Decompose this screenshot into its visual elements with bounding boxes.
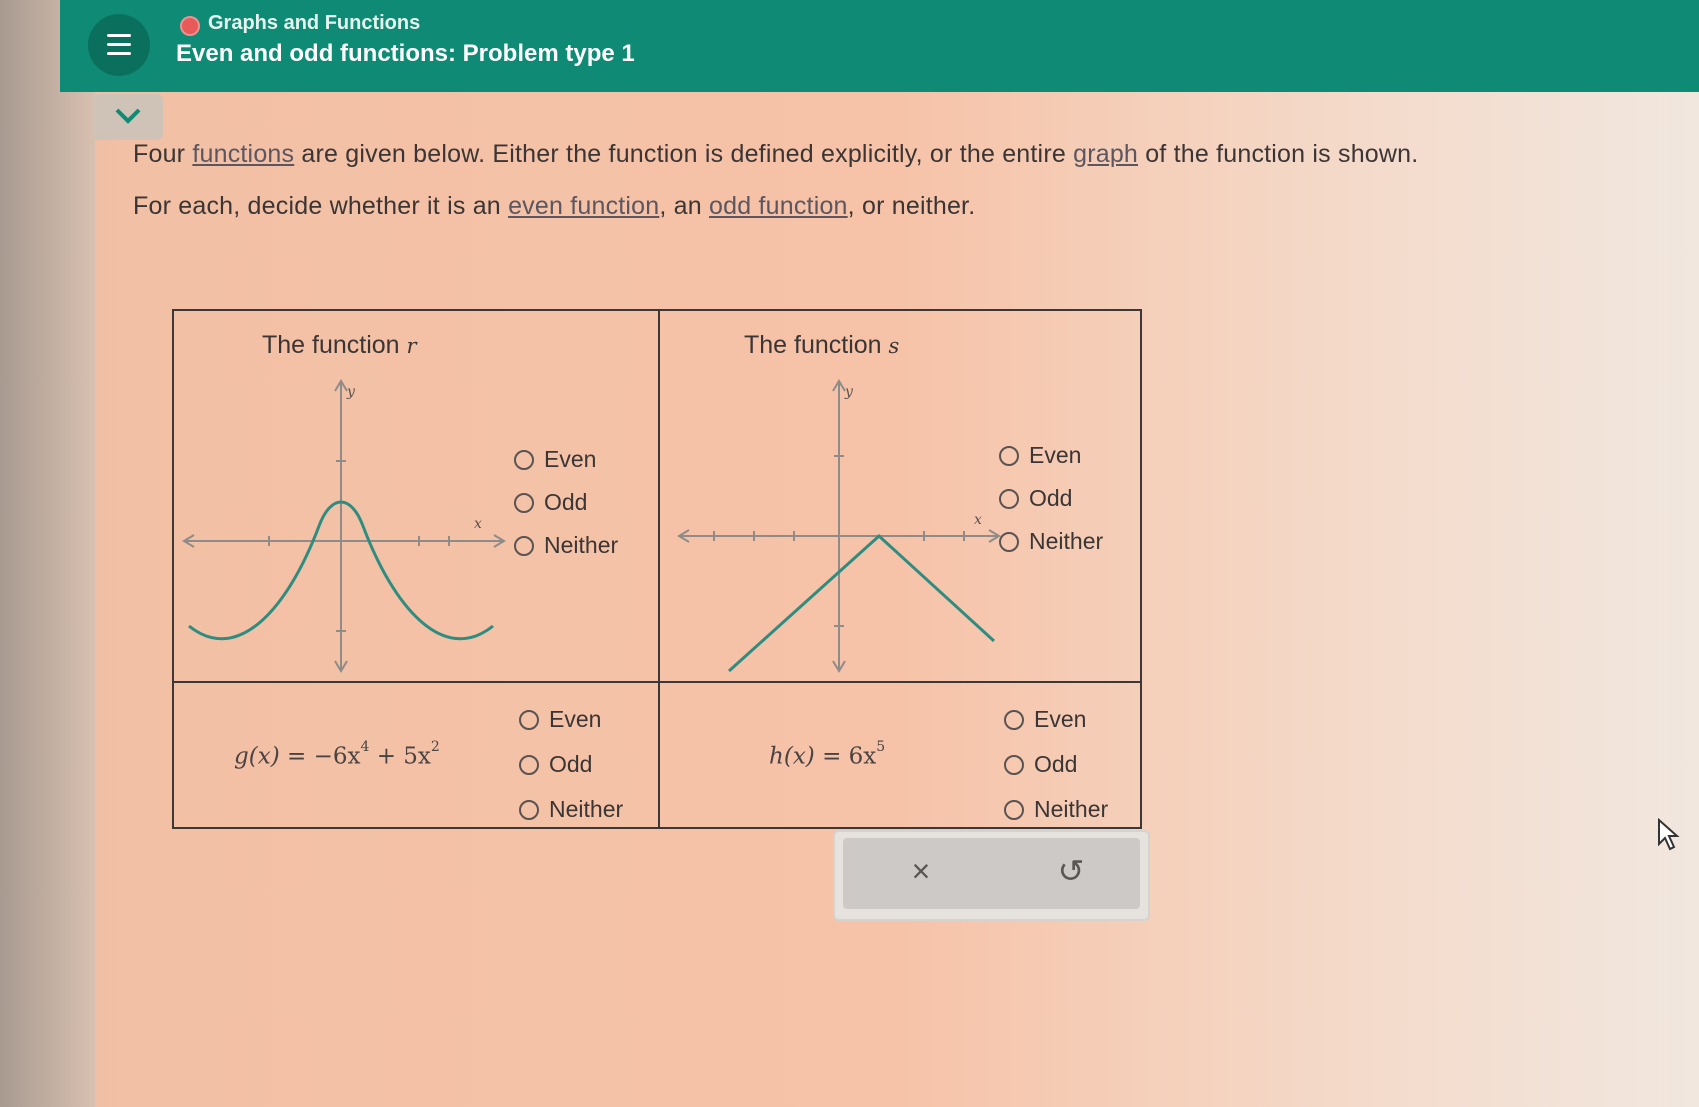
r-even-option[interactable]: Even bbox=[514, 446, 596, 473]
radio-icon[interactable] bbox=[999, 445, 1019, 466]
radio-icon[interactable] bbox=[519, 709, 539, 730]
formula-part: = 6x bbox=[822, 743, 877, 770]
option-label: Odd bbox=[549, 751, 593, 777]
answer-action-bar: × ↺ bbox=[833, 830, 1150, 921]
option-label: Neither bbox=[544, 532, 619, 558]
s-odd-option[interactable]: Odd bbox=[999, 485, 1072, 512]
mouse-pointer-icon bbox=[1658, 818, 1680, 851]
option-label: Even bbox=[1034, 706, 1087, 732]
radio-icon[interactable] bbox=[999, 488, 1019, 509]
r-neither-option[interactable]: Neither bbox=[514, 532, 618, 559]
radio-icon[interactable] bbox=[1004, 754, 1024, 775]
radio-icon[interactable] bbox=[1004, 709, 1024, 730]
h-odd-option[interactable]: Odd bbox=[1004, 751, 1077, 778]
action-bar-inner: × ↺ bbox=[843, 838, 1140, 909]
option-label: Odd bbox=[1029, 485, 1073, 511]
s-even-option[interactable]: Even bbox=[999, 442, 1081, 469]
undo-button[interactable]: ↺ bbox=[1041, 846, 1101, 896]
prompt-text: , an bbox=[659, 192, 710, 220]
radio-icon[interactable] bbox=[999, 531, 1019, 552]
y-axis-label: y bbox=[844, 384, 854, 400]
functions-link[interactable]: functions bbox=[192, 140, 294, 168]
x-axis-label: x bbox=[974, 512, 982, 528]
formula-part: h bbox=[769, 743, 784, 770]
graph-r: x y bbox=[182, 379, 506, 673]
formula-part: = −6x bbox=[287, 743, 361, 770]
curve-s bbox=[727, 533, 996, 673]
formula-g: g(x) = −6x4 + 5x2 bbox=[234, 739, 440, 770]
functions-grid: The function r x y Even Odd Neither The … bbox=[172, 309, 1142, 829]
cell-s-title: The function s bbox=[744, 331, 899, 360]
function-name: r bbox=[406, 334, 417, 358]
x-axis-label: x bbox=[474, 516, 482, 532]
prompt-line-2: For each, decide whether it is an even f… bbox=[133, 192, 975, 221]
option-label: Odd bbox=[544, 489, 588, 515]
hamburger-icon-bar bbox=[107, 43, 131, 46]
option-label: Even bbox=[544, 446, 597, 472]
r-odd-option[interactable]: Odd bbox=[514, 489, 587, 516]
radio-icon[interactable] bbox=[514, 449, 534, 470]
h-neither-option[interactable]: Neither bbox=[1004, 796, 1108, 823]
prompt-text: Four bbox=[133, 140, 193, 168]
h-even-option[interactable]: Even bbox=[1004, 706, 1086, 733]
radio-icon[interactable] bbox=[519, 799, 539, 820]
odd-function-link[interactable]: odd function bbox=[709, 192, 848, 220]
clear-button[interactable]: × bbox=[891, 846, 951, 896]
screen-edge bbox=[0, 0, 95, 1107]
menu-button[interactable] bbox=[88, 14, 150, 76]
formula-part: x bbox=[257, 743, 271, 770]
option-label: Neither bbox=[549, 796, 624, 822]
grid-divider bbox=[658, 311, 660, 827]
page-title: Even and odd functions: Problem type 1 bbox=[176, 40, 635, 67]
function-name: s bbox=[888, 334, 900, 358]
formula-part: g bbox=[234, 743, 249, 770]
g-neither-option[interactable]: Neither bbox=[519, 796, 623, 823]
status-dot-icon bbox=[180, 16, 200, 36]
prompt-line-1: Four functions are given below. Either t… bbox=[133, 140, 1418, 169]
radio-icon[interactable] bbox=[519, 754, 539, 775]
close-icon: × bbox=[911, 853, 931, 889]
formula-part: x bbox=[792, 743, 806, 770]
formula-exponent: 5 bbox=[876, 739, 886, 755]
option-label: Even bbox=[1029, 442, 1082, 468]
formula-exponent: 2 bbox=[430, 739, 440, 755]
grid-divider bbox=[174, 681, 1140, 683]
g-even-option[interactable]: Even bbox=[519, 706, 601, 733]
hamburger-icon bbox=[107, 34, 131, 37]
graph-link[interactable]: graph bbox=[1073, 140, 1138, 168]
formula-exponent: 4 bbox=[360, 739, 370, 755]
option-label: Odd bbox=[1034, 751, 1078, 777]
radio-icon[interactable] bbox=[514, 492, 534, 513]
g-odd-option[interactable]: Odd bbox=[519, 751, 592, 778]
prompt-text: , or neither. bbox=[847, 192, 976, 220]
s-neither-option[interactable]: Neither bbox=[999, 528, 1103, 555]
breadcrumb: Graphs and Functions bbox=[208, 12, 421, 34]
radio-icon[interactable] bbox=[1004, 799, 1024, 820]
option-label: Even bbox=[549, 706, 602, 732]
radio-icon[interactable] bbox=[514, 535, 534, 556]
graph-s: x y bbox=[677, 379, 1001, 673]
cell-title-text: The function bbox=[262, 331, 400, 359]
formula-h: h(x) = 6x5 bbox=[769, 739, 886, 770]
cell-title-text: The function bbox=[744, 331, 882, 359]
cell-r-title: The function r bbox=[262, 331, 417, 360]
option-label: Neither bbox=[1034, 796, 1109, 822]
option-label: Neither bbox=[1029, 528, 1104, 554]
formula-part: + 5x bbox=[376, 743, 431, 770]
topic-header: Graphs and Functions Even and odd functi… bbox=[60, 0, 1699, 92]
prompt-text: of the function is shown. bbox=[1138, 140, 1419, 168]
y-axis-label: y bbox=[346, 384, 356, 400]
undo-icon: ↺ bbox=[1057, 853, 1085, 889]
prompt-text: For each, decide whether it is an bbox=[133, 192, 509, 220]
prompt-text: are given below. Either the function is … bbox=[294, 140, 1074, 168]
chevron-down-icon bbox=[115, 108, 141, 124]
hamburger-icon-bar bbox=[107, 52, 131, 55]
even-function-link[interactable]: even function bbox=[508, 192, 659, 220]
collapse-button[interactable] bbox=[93, 94, 163, 140]
